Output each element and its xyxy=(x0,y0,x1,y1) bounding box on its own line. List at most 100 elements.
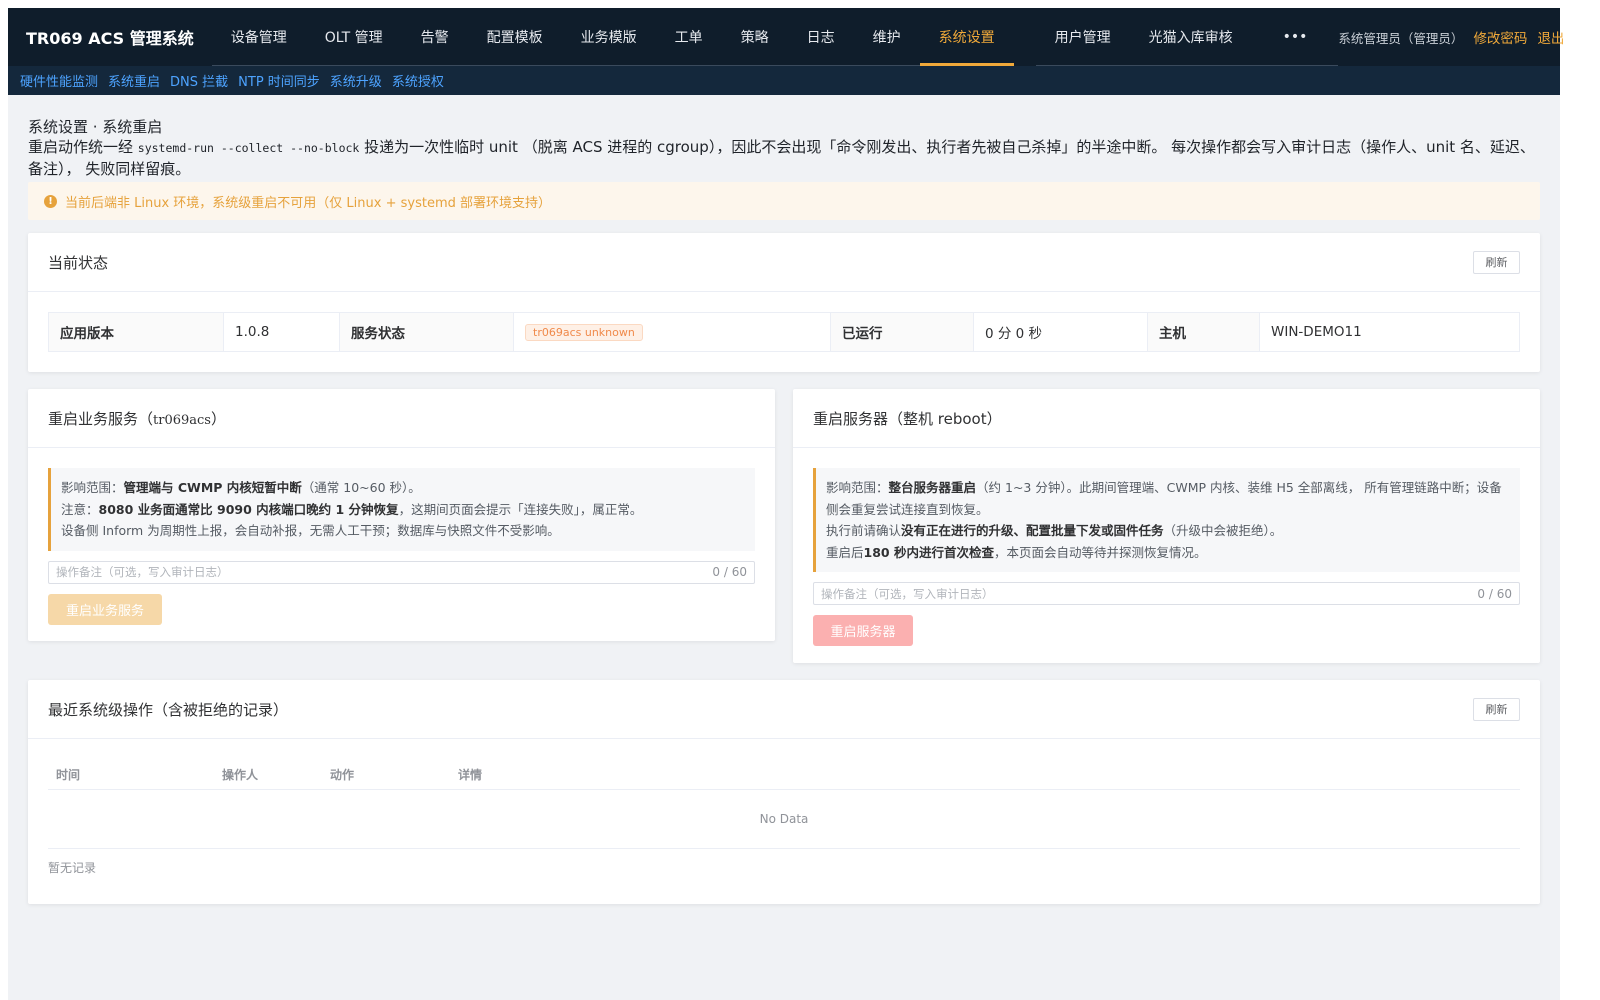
subnav-system-upgrade[interactable]: 系统升级 xyxy=(330,71,382,90)
host-label: 主机 xyxy=(1148,313,1260,351)
log-card-title: 最近系统级操作（含被拒绝的记录） xyxy=(48,700,289,719)
note-line: 执行前请确认没有正在进行的升级、配置批量下发或固件任务（升级中会被拒绝）。 xyxy=(826,520,1510,542)
note-line: 影响范围：管理端与 CWMP 内核短暂中断（通常 10~60 秒）。 xyxy=(61,477,745,499)
restart-server-header: 重启服务器（整机 reboot） xyxy=(793,389,1540,448)
restart-service-note: 影响范围：管理端与 CWMP 内核短暂中断（通常 10~60 秒）。 注意：80… xyxy=(48,468,755,551)
app-version-label: 应用版本 xyxy=(49,313,224,351)
subnav-hardware-monitor[interactable]: 硬件性能监测 xyxy=(20,71,98,90)
more-menu-icon[interactable]: ••• xyxy=(1251,8,1339,66)
main-content: 系统设置 · 系统重启 重启动作统一经 systemd-run --collec… xyxy=(8,95,1560,904)
restart-service-remark-field[interactable]: 0 / 60 xyxy=(48,560,755,584)
menu-item-devices[interactable]: 设备管理 xyxy=(211,8,306,66)
desc-text-pre: 重启动作统一经 xyxy=(28,138,138,156)
log-refresh-button[interactable]: 刷新 xyxy=(1473,697,1520,721)
menu-item-service-templates[interactable]: 业务模版 xyxy=(561,8,656,66)
status-card-title: 当前状态 xyxy=(48,253,109,272)
menu-gap xyxy=(1014,8,1036,66)
note-bold: 180 秒内进行首次检查 xyxy=(863,544,994,560)
char-counter: 0 / 60 xyxy=(712,565,747,579)
service-status-label: 服务状态 xyxy=(340,313,514,351)
note-bold: 整台服务器重启 xyxy=(888,480,977,495)
restart-server-remark-field[interactable]: 0 / 60 xyxy=(813,582,1520,605)
logout-link[interactable]: 退出 xyxy=(1537,27,1564,47)
service-status-cell: tr069acs unknown xyxy=(514,313,831,351)
restart-service-title: 重启业务服务（tr069acs） xyxy=(48,408,226,429)
log-table-header: 时间 操作人 动作 详情 xyxy=(48,759,1520,790)
menu-item-logs[interactable]: 日志 xyxy=(787,8,854,66)
restart-service-header: 重启业务服务（tr069acs） xyxy=(28,389,775,448)
desc-code: systemd-run --collect --no-block xyxy=(137,141,360,155)
note-text: ，这期间页面会提示「连接失败」，属正常。 xyxy=(398,501,643,517)
host-value: WIN-DEMO11 xyxy=(1271,324,1362,340)
menu-item-config-templates[interactable]: 配置模板 xyxy=(467,8,562,66)
col-action: 动作 xyxy=(330,767,355,782)
note-text: 影响范围： xyxy=(61,480,124,495)
subnav-dns-block[interactable]: DNS 拦截 xyxy=(170,71,228,90)
log-empty-state: No Data xyxy=(48,790,1520,849)
app-title: TR069 ACS 管理系统 xyxy=(26,29,194,48)
col-operator: 操作人 xyxy=(222,767,259,782)
menu-item-alarms[interactable]: 告警 xyxy=(401,8,468,66)
col-detail: 详情 xyxy=(458,767,483,782)
menu-item-policies[interactable]: 策略 xyxy=(721,8,788,66)
uptime-label: 已运行 xyxy=(831,313,974,351)
restart-service-card: 重启业务服务（tr069acs） 影响范围：管理端与 CWMP 内核短暂中断（通… xyxy=(28,389,775,641)
app-frame: TR069 ACS 管理系统 设备管理 OLT 管理 告警 配置模板 业务模版 … xyxy=(8,8,1564,1000)
note-line: 影响范围：整台服务器重启（约 1~3 分钟）。此期间管理端、CWMP 内核、装维… xyxy=(826,477,1510,520)
note-text: （升级中会被拒绝）。 xyxy=(1163,523,1283,538)
restart-service-title-text: 重启业务服务（ xyxy=(48,409,154,428)
note-text: ，本页面会自动等待并探测恢复情况。 xyxy=(993,544,1207,560)
note-line: 设备侧 Inform 为周期性上报，会自动补报，无需人工干预；数据库与快照文件不… xyxy=(61,523,560,538)
app-version-value: 1.0.8 xyxy=(224,313,340,351)
log-footer: 暂无记录 xyxy=(48,861,97,875)
change-password-link[interactable]: 修改密码 xyxy=(1473,27,1527,47)
note-text: （通常 10~60 秒）。 xyxy=(301,480,421,495)
log-table: 时间 操作人 动作 详情 No Data xyxy=(48,759,1520,849)
menu-item-maintenance[interactable]: 维护 xyxy=(853,8,920,66)
char-counter: 0 / 60 xyxy=(1477,586,1512,601)
status-card: 当前状态 刷新 应用版本 1.0.8 服务状态 tr069acs unknown… xyxy=(28,233,1540,372)
menu-item-ont-audit[interactable]: 光猫入库审核 xyxy=(1129,8,1252,66)
menu-item-work-orders[interactable]: 工单 xyxy=(655,8,722,66)
restart-server-card: 重启服务器（整机 reboot） 影响范围：整台服务器重启（约 1~3 分钟）。… xyxy=(793,389,1540,663)
user-area: 系统管理员（管理员） 修改密码 退出 xyxy=(1338,8,1578,66)
status-refresh-button[interactable]: 刷新 xyxy=(1473,250,1520,274)
restart-service-title-end: ） xyxy=(210,409,226,428)
menu-item-olt[interactable]: OLT 管理 xyxy=(305,8,402,66)
note-text: 重启后 xyxy=(826,544,864,560)
status-table: 应用版本 1.0.8 服务状态 tr069acs unknown 已运行 0 分… xyxy=(48,312,1520,352)
uptime-value: 0 分 0 秒 xyxy=(974,313,1148,351)
restart-service-remark-input[interactable] xyxy=(56,565,713,579)
note-text: 执行前请确认 xyxy=(826,523,902,538)
warning-text: 当前后端非 Linux 环境，系统级重启不可用（仅 Linux + system… xyxy=(65,195,551,211)
note-bold: 管理端与 CWMP 内核短暂中断 xyxy=(123,480,302,495)
status-card-header: 当前状态 刷新 xyxy=(28,233,1540,292)
main-menu: 设备管理 OLT 管理 告警 配置模板 业务模版 工单 策略 日志 维护 系统设… xyxy=(211,8,1339,66)
subnav-ntp-sync[interactable]: NTP 时间同步 xyxy=(238,71,320,90)
restart-server-remark-input[interactable] xyxy=(821,586,1478,601)
col-time: 时间 xyxy=(56,767,81,782)
environment-warning: ! 当前后端非 Linux 环境，系统级重启不可用（仅 Linux + syst… xyxy=(28,182,1540,220)
subnav-system-restart[interactable]: 系统重启 xyxy=(108,71,160,90)
note-bold: 8080 业务面通常比 9090 内核端口晚约 1 分钟恢复 xyxy=(98,501,399,517)
note-text: 注意： xyxy=(61,501,99,517)
restart-server-button[interactable]: 重启服务器 xyxy=(813,615,913,646)
restart-server-title: 重启服务器（整机 reboot） xyxy=(813,409,1002,428)
restart-row: 重启业务服务（tr069acs） 影响范围：管理端与 CWMP 内核短暂中断（通… xyxy=(28,389,1540,663)
restart-server-note: 影响范围：整台服务器重启（约 1~3 分钟）。此期间管理端、CWMP 内核、装维… xyxy=(813,468,1520,572)
service-status-badge: tr069acs unknown xyxy=(525,323,643,341)
warning-icon: ! xyxy=(44,194,57,208)
note-text: 影响范围： xyxy=(826,480,889,495)
breadcrumb: 系统设置 · 系统重启 xyxy=(28,118,163,136)
note-bold: 没有正在进行的升级、配置批量下发或固件任务 xyxy=(901,523,1164,538)
menu-item-user-management[interactable]: 用户管理 xyxy=(1035,8,1130,66)
note-line: 重启后180 秒内进行首次检查，本页面会自动等待并探测恢复情况。 xyxy=(826,542,1510,564)
note-line: 注意：8080 业务面通常比 9090 内核端口晚约 1 分钟恢复，这期间页面会… xyxy=(61,499,745,521)
restart-service-button[interactable]: 重启业务服务 xyxy=(48,593,162,625)
subnav-system-license[interactable]: 系统授权 xyxy=(392,71,444,90)
current-user: 系统管理员（管理员） xyxy=(1338,30,1464,46)
page-description: 重启动作统一经 systemd-run --collect --no-block… xyxy=(28,137,1540,180)
menu-item-system-settings[interactable]: 系统设置 xyxy=(919,8,1014,66)
log-card-header: 最近系统级操作（含被拒绝的记录） 刷新 xyxy=(28,680,1540,739)
top-nav: TR069 ACS 管理系统 设备管理 OLT 管理 告警 配置模板 业务模版 … xyxy=(8,8,1564,66)
